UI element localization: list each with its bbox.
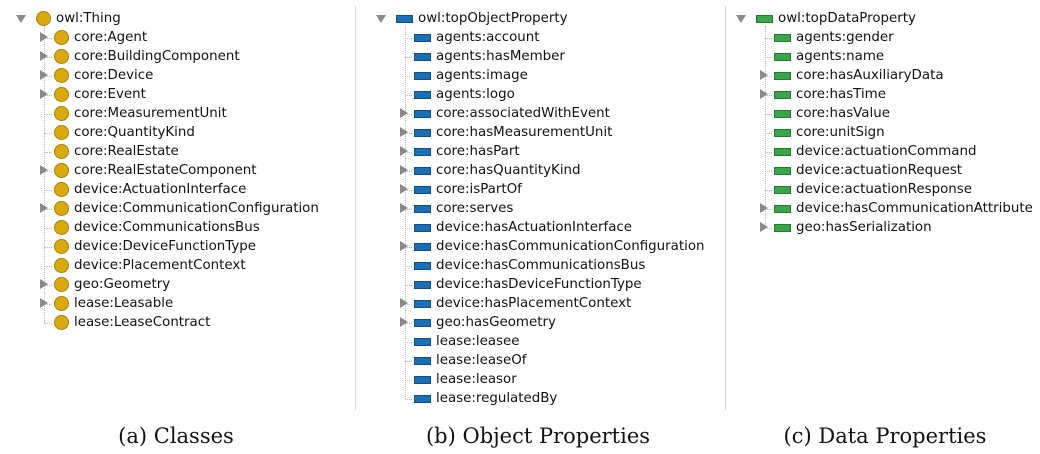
tree-node[interactable]: device:actuationCommand — [774, 142, 976, 161]
tree-panel-c-data-properties: owl:topDataProperty agents:gender agents:n… — [0, 0, 1040, 448]
tree-connector-line — [764, 171, 772, 172]
expand-arrow-icon[interactable] — [736, 15, 746, 23]
data-property-icon — [774, 204, 791, 213]
tree-node[interactable]: device:actuationResponse — [774, 180, 972, 199]
data-property-icon — [774, 185, 791, 194]
tree-node[interactable]: geo:hasSerialization — [774, 218, 932, 237]
tree-node-label: device:actuationCommand — [796, 144, 977, 159]
tree-node[interactable]: agents:name — [774, 47, 884, 66]
panel-caption: (a) Classes — [118, 424, 234, 448]
panel-caption: (b) Object Properties — [425, 424, 651, 448]
tree-root-label: owl:topDataProperty — [778, 11, 916, 26]
tree-connector-line — [764, 190, 772, 191]
tree-node-label: core:hasAuxiliaryData — [796, 68, 944, 83]
tree-node[interactable]: core:hasTime — [774, 85, 886, 104]
tree-node-label: device:actuationRequest — [796, 163, 963, 178]
data-property-icon — [774, 33, 791, 42]
tree-connector-line — [764, 38, 772, 39]
tree-node[interactable]: device:hasCommunicationAttribute — [774, 199, 1033, 218]
tree-root-node[interactable]: owl:topDataProperty — [756, 9, 916, 28]
tree-node-label: core:hasTime — [796, 87, 886, 102]
tree-connector-line — [764, 152, 772, 153]
collapsed-arrow-icon[interactable] — [760, 222, 768, 232]
tree-node[interactable]: device:actuationRequest — [774, 161, 962, 180]
collapsed-arrow-icon[interactable] — [760, 203, 768, 213]
collapsed-arrow-icon[interactable] — [760, 70, 768, 80]
tree-node-label: device:hasCommunicationAttribute — [796, 201, 1033, 216]
tree-connector-line — [764, 114, 772, 115]
tree-node[interactable]: agents:gender — [774, 28, 894, 47]
tree-node[interactable]: core:unitSign — [774, 123, 885, 142]
data-property-icon — [774, 52, 791, 61]
data-property-icon — [774, 90, 791, 99]
tree-node-label: core:unitSign — [796, 125, 885, 140]
tree-connector-line — [764, 133, 772, 134]
tree-node[interactable]: core:hasValue — [774, 104, 890, 123]
data-property-icon — [774, 166, 791, 175]
tree-node-label: geo:hasSerialization — [796, 220, 932, 235]
data-property-icon — [756, 14, 773, 23]
tree-node-label: device:actuationResponse — [796, 182, 972, 197]
data-property-icon — [774, 109, 791, 118]
tree-node-label: agents:name — [796, 49, 885, 64]
tree-connector-line — [764, 57, 772, 58]
data-property-icon — [774, 147, 791, 156]
tree-node-label: agents:gender — [796, 30, 894, 45]
data-property-icon — [774, 223, 791, 232]
panel-caption: (c) Data Properties — [783, 424, 987, 448]
collapsed-arrow-icon[interactable] — [760, 89, 768, 99]
data-property-icon — [774, 71, 791, 80]
tree-node-label: core:hasValue — [796, 106, 890, 121]
data-property-icon — [774, 128, 791, 137]
tree-node[interactable]: core:hasAuxiliaryData — [774, 66, 944, 85]
